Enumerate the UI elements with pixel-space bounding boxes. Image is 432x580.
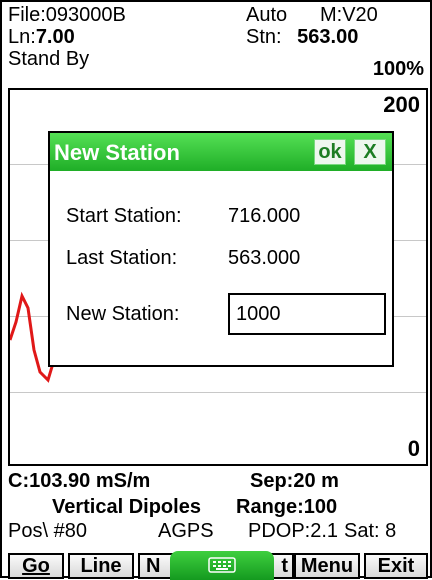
last-station-value: 563.000 xyxy=(228,247,301,269)
station-label: Stn: xyxy=(246,26,282,48)
menu-button[interactable]: Menu xyxy=(294,553,360,579)
battery-level: 100% xyxy=(372,58,424,80)
dialog-title: New Station xyxy=(54,140,180,165)
mode-label: Auto xyxy=(246,4,288,26)
line-label: Ln: xyxy=(8,26,36,48)
state-label: Stand By xyxy=(8,48,90,70)
device-screen: File:093000B Auto M:V20 Ln:7.00 Stn: 563… xyxy=(0,0,432,580)
station-readout: Stn: 563.00 xyxy=(246,26,358,48)
keyboard-icon xyxy=(208,557,236,573)
satellites-readout: Sat: 8 xyxy=(344,520,397,542)
start-station-value: 716.000 xyxy=(228,205,301,227)
line-button[interactable]: Line xyxy=(68,553,134,579)
range-readout: Range:100 xyxy=(236,496,338,518)
file-name: File:093000B xyxy=(8,4,126,26)
start-station-label: Start Station: xyxy=(66,205,182,227)
keyboard-toggle[interactable] xyxy=(170,551,274,580)
line-readout: Ln:7.00 xyxy=(8,26,75,48)
pdop-readout: PDOP:2.1 xyxy=(248,520,339,542)
go-button[interactable]: Go xyxy=(8,553,64,579)
position-readout: Pos\ #80 xyxy=(8,520,87,542)
new-station-input[interactable]: 1000 xyxy=(228,293,386,335)
ok-button[interactable]: ok xyxy=(314,139,346,165)
bottom-toolbar: Go Line N t Menu Exit xyxy=(2,551,432,580)
close-button[interactable]: X xyxy=(354,139,386,165)
new-station-dialog: New Station ok X Start Station: 716.000 … xyxy=(48,131,394,367)
dipoles-mode: Vertical Dipoles xyxy=(52,496,201,518)
last-station-label: Last Station: xyxy=(66,247,178,269)
line-value: 7.00 xyxy=(35,26,75,48)
go-button-label: Go xyxy=(22,555,50,577)
meter-label: M:V20 xyxy=(320,4,378,26)
exit-button[interactable]: Exit xyxy=(364,553,428,579)
plot-y-min: 0 xyxy=(407,436,420,461)
station-value: 563.00 xyxy=(297,26,359,48)
separation-readout: Sep:20 m xyxy=(250,470,339,492)
conductivity-readout: C:103.90 mS/m xyxy=(8,470,151,492)
gps-mode: AGPS xyxy=(158,520,214,542)
dialog-title-bar: New Station ok X xyxy=(50,133,392,171)
new-station-label: New Station: xyxy=(66,303,180,325)
